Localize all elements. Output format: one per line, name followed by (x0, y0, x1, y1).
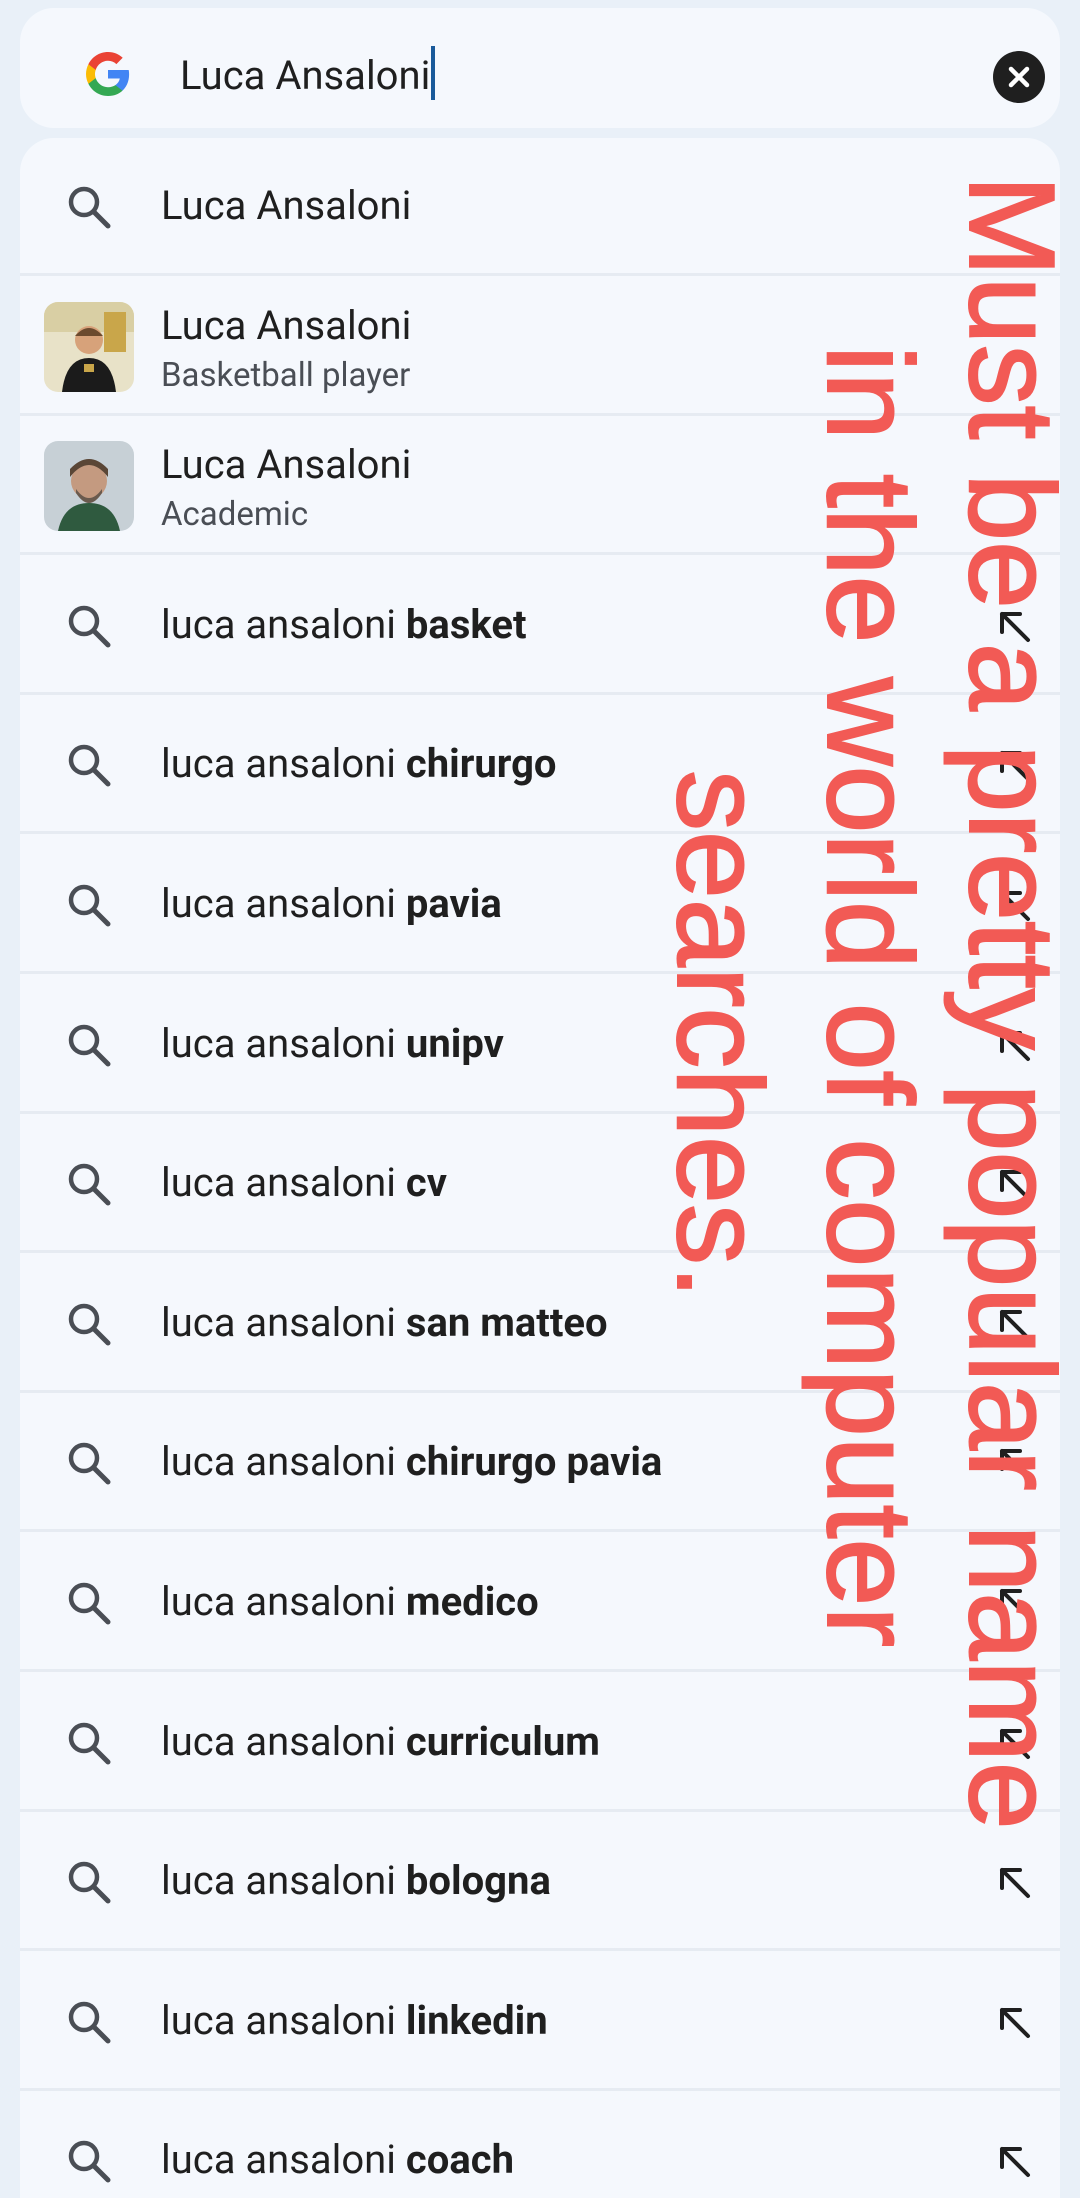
suggestion-completion: cv (405, 1159, 448, 1207)
suggestion-prefix: luca ansaloni (161, 1996, 406, 2044)
google-logo-icon (86, 52, 130, 96)
suggestion-row[interactable]: luca ansaloni medico (20, 1534, 1060, 1672)
suggestion-prefix: luca ansaloni (161, 1857, 406, 1905)
suggestion-text: luca ansaloni medico (161, 1574, 539, 1630)
suggestion-completion: bologna (405, 1857, 551, 1905)
entity-subtitle: Basketball player (161, 355, 411, 395)
search-icon (64, 1438, 114, 1488)
suggestion-text: luca ansaloni basket (161, 597, 527, 653)
suggestion-completion: curriculum (405, 1717, 600, 1765)
fill-query-arrow-icon[interactable] (990, 1998, 1038, 2046)
suggestion-text: luca ansaloni chirurgo (161, 736, 557, 792)
suggestion-text: luca ansaloni coach (161, 2132, 514, 2188)
search-icon (64, 1857, 114, 1907)
fill-query-arrow-icon[interactable] (990, 741, 1038, 789)
suggestion-row[interactable]: Luca Ansaloni (20, 138, 1060, 276)
search-icon (64, 1718, 114, 1768)
suggestion-row[interactable]: luca ansaloni chirurgo pavia (20, 1394, 1060, 1533)
suggestion-row[interactable]: luca ansaloni chirurgo (20, 696, 1060, 835)
suggestion-row[interactable]: luca ansaloni unipv (20, 976, 1060, 1114)
suggestion-prefix: luca ansaloni (161, 2136, 406, 2184)
suggestion-row[interactable]: luca ansaloni bologna (20, 1813, 1060, 1952)
search-icon (64, 1997, 114, 2047)
search-icon (64, 1299, 114, 1349)
search-icon (64, 740, 114, 790)
search-icon (64, 880, 114, 930)
suggestion-prefix: luca ansaloni (161, 1438, 406, 1486)
suggestion-row[interactable]: luca ansaloni pavia (20, 836, 1060, 974)
fill-query-arrow-icon[interactable] (990, 2137, 1038, 2185)
search-bar[interactable]: Luca Ansaloni (20, 8, 1060, 128)
suggestion-prefix: luca ansaloni (161, 1578, 406, 1625)
suggestion-text: luca ansaloni pavia (161, 876, 502, 932)
entity-suggestion-row[interactable]: Luca Ansaloni Basketball player (20, 278, 1060, 416)
suggestion-prefix: luca ansaloni (161, 880, 406, 927)
fill-query-arrow-icon[interactable] (990, 1021, 1038, 1069)
suggestion-completion: san matteo (405, 1298, 608, 1346)
fill-query-arrow-icon[interactable] (990, 1160, 1038, 1208)
text-cursor (431, 46, 436, 100)
suggestion-completion: medico (405, 1578, 539, 1625)
suggestion-prefix: luca ansaloni (161, 740, 406, 788)
entity-thumbnail (44, 441, 134, 532)
suggestion-prefix: luca ansaloni (161, 1717, 406, 1765)
entity-subtitle: Academic (161, 495, 309, 535)
entity-title: Luca Ansaloni (161, 301, 412, 349)
entity-thumbnail (44, 301, 134, 392)
search-icon (64, 601, 114, 651)
search-icon (64, 182, 114, 232)
suggestion-completion: basket (405, 600, 527, 648)
search-icon (64, 1578, 114, 1628)
suggestion-prefix: Luca Ansaloni (161, 182, 412, 229)
suggestion-completion: unipv (405, 1019, 504, 1067)
suggestion-completion: linkedin (405, 1996, 548, 2044)
suggestion-text: Luca Ansaloni (161, 178, 411, 234)
suggestion-text: luca ansaloni cv (161, 1155, 447, 1211)
fill-query-arrow-icon[interactable] (990, 602, 1038, 650)
suggestion-row[interactable]: luca ansaloni linkedin (20, 1953, 1060, 2091)
clear-search-button[interactable] (993, 51, 1045, 103)
close-icon (1008, 66, 1030, 88)
fill-query-arrow-icon[interactable] (990, 1439, 1038, 1487)
suggestion-text: luca ansaloni linkedin (161, 1993, 548, 2049)
suggestion-completion: coach (405, 2136, 514, 2184)
search-icon (64, 1020, 114, 1070)
search-input[interactable]: Luca Ansaloni (180, 46, 436, 104)
suggestion-text: luca ansaloni curriculum (161, 1714, 600, 1770)
fill-query-arrow-icon[interactable] (990, 1858, 1038, 1906)
suggestion-text: luca ansaloni bologna (161, 1853, 551, 1909)
suggestion-prefix: luca ansaloni (161, 1159, 406, 1207)
fill-query-arrow-icon[interactable] (990, 1579, 1038, 1627)
suggestion-row[interactable]: luca ansaloni cv (20, 1115, 1060, 1254)
suggestion-row[interactable]: luca ansaloni basket (20, 557, 1060, 695)
suggestion-prefix: luca ansaloni (161, 1298, 406, 1346)
suggestions-list: Luca Ansaloni Luca Ansaloni Basketball pla… (20, 138, 1060, 2198)
fill-query-arrow-icon[interactable] (990, 1300, 1038, 1348)
suggestion-completion: chirurgo pavia (405, 1438, 663, 1486)
suggestion-row[interactable]: luca ansaloni curriculum (20, 1674, 1060, 1812)
suggestion-completion: chirurgo (405, 740, 557, 788)
suggestion-row[interactable]: luca ansaloni san matteo (20, 1255, 1060, 1393)
suggestion-text: luca ansaloni chirurgo pavia (161, 1434, 662, 1490)
fill-query-arrow-icon[interactable] (990, 1719, 1038, 1767)
entity-title: Luca Ansaloni (161, 441, 412, 489)
fill-query-arrow-icon[interactable] (990, 881, 1038, 929)
suggestion-completion: pavia (405, 880, 502, 927)
suggestion-text: luca ansaloni san matteo (161, 1295, 608, 1351)
suggestion-prefix: luca ansaloni (161, 600, 406, 648)
search-icon (64, 2136, 114, 2186)
suggestion-row[interactable]: luca ansaloni coach (20, 2092, 1060, 2198)
entity-suggestion-row[interactable]: Luca Ansaloni Academic (20, 417, 1060, 556)
suggestion-prefix: luca ansaloni (161, 1019, 406, 1067)
search-query-text: Luca Ansaloni (180, 52, 431, 99)
search-icon (64, 1159, 114, 1209)
suggestion-text: luca ansaloni unipv (161, 1016, 504, 1072)
